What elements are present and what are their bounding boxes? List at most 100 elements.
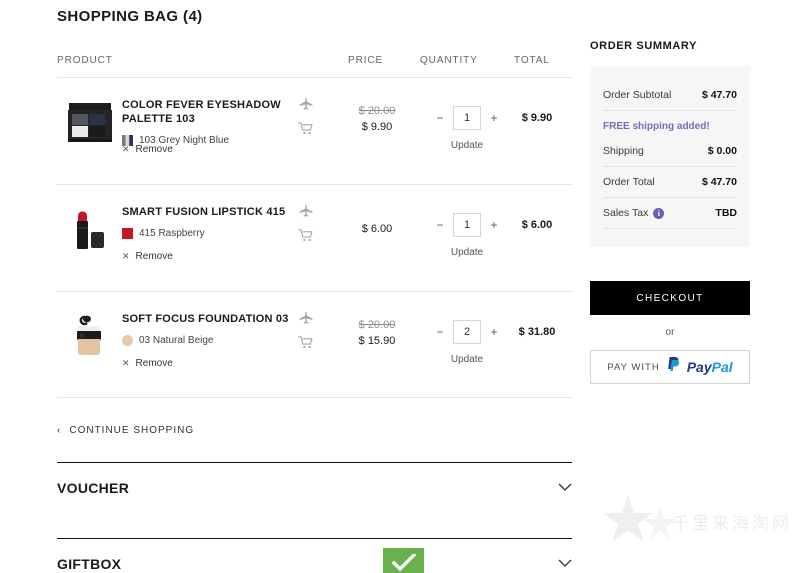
price-cell: $ 20.00 $ 15.90 [342, 319, 412, 347]
remove-label: Remove [135, 251, 173, 262]
current-price: $ 9.90 [361, 121, 393, 133]
star-icon [603, 495, 677, 542]
product-variant-label: 415 Raspberry [139, 228, 205, 239]
subtotal-value: $ 47.70 [701, 89, 737, 101]
table-row: SMART FUSION LIPSTICK 415 415 Raspberry … [57, 184, 572, 291]
line-total: $ 6.00 [521, 219, 553, 231]
paypal-prefix-label: PAY WITH [607, 361, 660, 373]
airplane-icon [299, 204, 313, 217]
paypal-button[interactable]: PAY WITH PayPal [590, 350, 750, 384]
price-cell: $ 6.00 [342, 219, 412, 235]
accordion-giftbox-label: GIFTBOX [57, 555, 122, 572]
cart-icon [298, 122, 313, 135]
shipping-label: Shipping [603, 145, 644, 157]
continue-shopping-label: CONTINUE SHOPPING [69, 425, 195, 436]
product-info: COLOR FEVER EYESHADOW PALETTE 103 103 Gr… [122, 98, 322, 146]
line-total: $ 9.90 [521, 112, 553, 124]
chevron-left-icon: ‹ [57, 425, 62, 436]
decrease-quantity-button[interactable]: − [435, 325, 445, 339]
shipping-icons [297, 96, 316, 137]
product-variant: 415 Raspberry [122, 228, 322, 239]
airplane-icon [299, 97, 313, 110]
original-price: $ 20.00 [358, 105, 396, 117]
remove-label: Remove [135, 358, 173, 369]
order-total-value: $ 47.70 [701, 176, 737, 188]
quantity-input[interactable]: 2 [453, 320, 481, 344]
product-name[interactable]: SOFT FOCUS FOUNDATION 03 [122, 312, 322, 326]
product-thumbnail-foundation[interactable] [62, 309, 118, 365]
chevron-down-icon [558, 479, 572, 497]
increase-quantity-button[interactable]: + [489, 325, 499, 339]
update-quantity-link[interactable]: Update [412, 140, 522, 151]
close-icon: ✕ [122, 144, 130, 154]
quantity-input[interactable]: 1 [453, 106, 481, 130]
column-header-product: PRODUCT [57, 55, 113, 66]
column-header-quantity: QUANTITY [420, 55, 478, 66]
increase-quantity-button[interactable]: + [489, 218, 499, 232]
watermark-text: 千里来海淘网 [672, 514, 792, 534]
update-quantity-link[interactable]: Update [412, 247, 522, 258]
shopping-bag-page: 千里来海淘网 SHOPPING BAG (4) PRODUCT PRICE QU… [0, 0, 800, 573]
table-header: PRODUCT PRICE QUANTITY TOTAL [57, 55, 572, 77]
cart-main-column: SHOPPING BAG (4) PRODUCT PRICE QUANTITY … [57, 0, 572, 573]
remove-label: Remove [135, 144, 173, 155]
shipping-icons [297, 310, 316, 351]
summary-row-subtotal: Order Subtotal $ 47.70 [603, 80, 737, 110]
order-summary-box: Order Subtotal $ 47.70 FREE shipping add… [590, 66, 750, 247]
summary-row-shipping: Shipping $ 0.00 [603, 136, 737, 166]
accordion-giftbox[interactable]: GIFTBOX [57, 538, 572, 573]
update-quantity-link[interactable]: Update [412, 354, 522, 365]
continue-shopping-link[interactable]: ‹ CONTINUE SHOPPING [57, 425, 572, 436]
shipping-icons [297, 203, 316, 244]
info-icon[interactable]: i [653, 207, 665, 219]
product-thumbnail-eyeshadow[interactable] [62, 95, 118, 151]
site-watermark: 千里来海淘网 [602, 491, 792, 555]
table-row: SOFT FOCUS FOUNDATION 03 03 Natural Beig… [57, 291, 572, 398]
product-variant: 03 Natural Beige [122, 335, 322, 346]
paypal-logo-icon [666, 356, 681, 378]
price-cell: $ 20.00 $ 9.90 [342, 105, 412, 133]
checkout-label: CHECKOUT [636, 292, 704, 304]
remove-item-button[interactable]: ✕ Remove [122, 144, 173, 155]
cart-icon [298, 229, 313, 242]
column-header-price: PRICE [348, 55, 384, 66]
chevron-down-icon [558, 555, 572, 573]
color-swatch-icon [122, 335, 133, 346]
subtotal-label: Order Subtotal [603, 89, 672, 101]
sales-tax-value: TBD [715, 207, 737, 219]
order-summary-title: ORDER SUMMARY [590, 40, 698, 52]
product-thumbnail-lipstick[interactable] [62, 202, 118, 258]
product-info: SOFT FOCUS FOUNDATION 03 03 Natural Beig… [122, 312, 322, 346]
close-icon: ✕ [122, 251, 130, 261]
summary-row-tax: Sales Tax i TBD [603, 198, 737, 228]
checkout-button[interactable]: CHECKOUT [590, 281, 750, 315]
column-header-total: TOTAL [514, 55, 550, 66]
close-icon: ✕ [122, 358, 130, 368]
current-price: $ 6.00 [361, 223, 393, 235]
airplane-icon [299, 311, 313, 324]
free-shipping-note: FREE shipping added! [603, 121, 710, 132]
increase-quantity-button[interactable]: + [489, 111, 499, 125]
original-price: $ 20.00 [358, 319, 396, 331]
sales-tax-label-group: Sales Tax i [603, 207, 665, 219]
product-name[interactable]: COLOR FEVER EYESHADOW PALETTE 103 [122, 98, 322, 126]
product-name[interactable]: SMART FUSION LIPSTICK 415 [122, 205, 322, 219]
accordion-voucher-label: VOUCHER [57, 479, 130, 496]
page-title: SHOPPING BAG (4) [57, 8, 203, 25]
remove-item-button[interactable]: ✕ Remove [122, 358, 173, 369]
cart-icon [298, 336, 313, 349]
table-row: COLOR FEVER EYESHADOW PALETTE 103 103 Gr… [57, 77, 572, 184]
check-icon [391, 554, 416, 572]
current-price: $ 15.90 [358, 335, 396, 347]
line-total: $ 31.80 [518, 326, 556, 338]
summary-row-total: Order Total $ 47.70 [603, 167, 737, 197]
divider [603, 228, 737, 229]
decrease-quantity-button[interactable]: − [435, 111, 445, 125]
remove-item-button[interactable]: ✕ Remove [122, 251, 173, 262]
or-separator: or [665, 327, 675, 338]
quantity-input[interactable]: 1 [453, 213, 481, 237]
product-info: SMART FUSION LIPSTICK 415 415 Raspberry [122, 205, 322, 239]
accordion-voucher[interactable]: VOUCHER [57, 462, 572, 512]
decrease-quantity-button[interactable]: − [435, 218, 445, 232]
success-check-badge [383, 548, 424, 573]
